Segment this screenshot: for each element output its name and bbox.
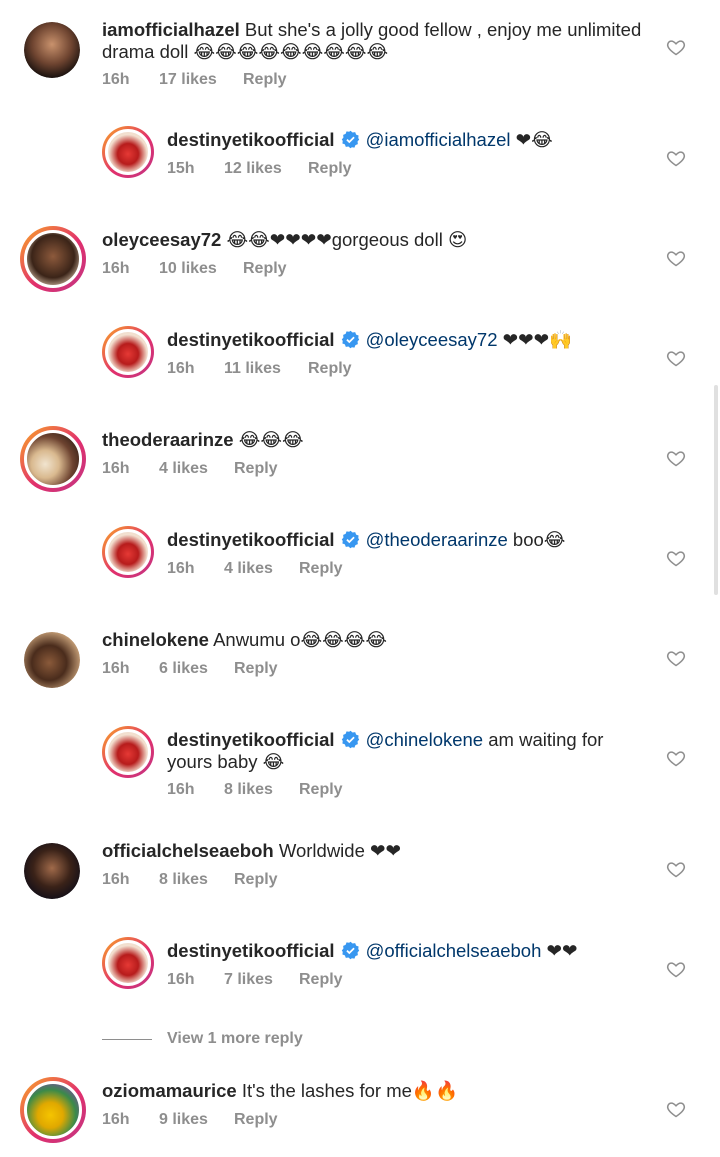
comment-username[interactable]: oleyceesay72 — [102, 229, 221, 250]
heart-outline-icon[interactable] — [666, 548, 686, 568]
comment-username[interactable]: destinyetikoofficial — [167, 529, 335, 550]
reply-button[interactable]: Reply — [234, 871, 278, 889]
comment-time: 16h — [102, 71, 130, 88]
comment-text: destinyetikoofficial @chinelokene am wait… — [167, 729, 647, 773]
comment-mention[interactable]: @iamofficialhazel — [366, 129, 511, 150]
heart-outline-icon[interactable] — [666, 348, 686, 368]
scrollbar[interactable] — [714, 385, 718, 595]
comment-text: destinyetikoofficial @iamofficialhazel ❤😂 — [167, 129, 647, 151]
avatar[interactable] — [20, 426, 86, 492]
comment-time: 16h — [167, 560, 195, 577]
avatar[interactable] — [20, 1077, 86, 1143]
comment-username[interactable]: theoderaarinze — [102, 429, 234, 450]
reply-button[interactable]: Reply — [234, 660, 278, 678]
comment-mention[interactable]: @oleyceesay72 — [366, 329, 498, 350]
comment-text: iamofficialhazel But she's a jolly good … — [102, 19, 642, 63]
comment-mention[interactable]: @theoderaarinze — [366, 529, 508, 550]
comment-likes[interactable]: 8 likes — [224, 781, 273, 799]
reply-button[interactable]: Reply — [308, 160, 352, 178]
comment-likes[interactable]: 4 likes — [159, 460, 208, 478]
avatar[interactable] — [24, 22, 80, 78]
heart-outline-icon[interactable] — [666, 1099, 686, 1119]
comment-body: Anwumu o😂😂😂😂 — [213, 629, 387, 650]
comment-body: ❤❤❤🙌 — [497, 329, 573, 350]
avatar[interactable] — [102, 937, 154, 989]
heart-outline-icon[interactable] — [666, 748, 686, 768]
verified-badge-icon — [341, 530, 359, 549]
comment-text: officialchelseaeboh Worldwide ❤❤ — [102, 840, 642, 862]
comment-time: 16h — [167, 781, 195, 798]
verified-badge-icon — [341, 730, 359, 749]
comment-likes[interactable]: 11 likes — [224, 360, 281, 378]
comment-text: destinyetikoofficial @officialchelseaeboh… — [167, 940, 647, 962]
comment-text: oleyceesay72 😂😂❤❤❤❤gorgeous doll 😍 — [102, 229, 642, 251]
comment-time: 16h — [167, 971, 195, 988]
comment-body: ❤😂 — [510, 129, 553, 150]
avatar[interactable] — [24, 632, 80, 688]
comment-body: 😂😂❤❤❤❤gorgeous doll 😍 — [226, 229, 468, 250]
heart-outline-icon[interactable] — [666, 248, 686, 268]
comment-username[interactable]: destinyetikoofficial — [167, 729, 335, 750]
reply-button[interactable]: Reply — [299, 781, 343, 799]
avatar[interactable] — [102, 126, 154, 178]
comment-time: 16h — [167, 360, 195, 377]
comment-likes[interactable]: 12 likes — [224, 160, 282, 178]
comment-time: 16h — [102, 871, 130, 888]
reply-button[interactable]: Reply — [234, 1111, 278, 1129]
heart-outline-icon[interactable] — [666, 448, 686, 468]
comment-username[interactable]: chinelokene — [102, 629, 209, 650]
comment-body: 😂😂😂 — [238, 429, 304, 450]
comment-username[interactable]: destinyetikoofficial — [167, 940, 335, 961]
comment-likes[interactable]: 10 likes — [159, 260, 217, 278]
avatar[interactable] — [102, 726, 154, 778]
comment-time: 16h — [102, 660, 130, 677]
reply-button[interactable]: Reply — [243, 260, 287, 278]
reply-button[interactable]: Reply — [308, 360, 352, 378]
heart-outline-icon[interactable] — [666, 148, 686, 168]
comment-text: theoderaarinze 😂😂😂 — [102, 429, 642, 451]
heart-outline-icon[interactable] — [666, 959, 686, 979]
comment-likes[interactable]: 17 likes — [159, 71, 217, 89]
comment-text: chinelokene Anwumu o😂😂😂😂 — [102, 629, 642, 651]
reply-button[interactable]: Reply — [234, 460, 278, 478]
reply-button[interactable]: Reply — [299, 560, 343, 578]
comment-username[interactable]: oziomamaurice — [102, 1080, 237, 1101]
comment-mention[interactable]: @officialchelseaeboh — [366, 940, 542, 961]
heart-outline-icon[interactable] — [666, 37, 686, 57]
comment-likes[interactable]: 6 likes — [159, 660, 208, 678]
view-more-replies-label: View 1 more reply — [167, 1030, 303, 1047]
comment-body: ❤❤ — [541, 940, 578, 961]
comment-username[interactable]: officialchelseaeboh — [102, 840, 274, 861]
divider — [102, 1039, 152, 1040]
comment-username[interactable]: iamofficialhazel — [102, 19, 240, 40]
reply-button[interactable]: Reply — [299, 971, 343, 989]
verified-badge-icon — [341, 130, 359, 149]
comment-mention[interactable]: @chinelokene — [366, 729, 484, 750]
comment-likes[interactable]: 8 likes — [159, 871, 208, 889]
avatar[interactable] — [102, 326, 154, 378]
comment-time: 16h — [102, 460, 130, 477]
comment-text: destinyetikoofficial @theoderaarinze boo😂 — [167, 529, 647, 551]
verified-badge-icon — [341, 330, 359, 349]
comment-body: boo😂 — [507, 529, 566, 550]
comment-body: Worldwide ❤❤ — [278, 840, 402, 861]
comment-body: It's the lashes for me🔥🔥 — [241, 1080, 459, 1101]
comment-likes[interactable]: 4 likes — [224, 560, 273, 578]
verified-badge-icon — [341, 941, 359, 960]
comment-likes[interactable]: 9 likes — [159, 1111, 208, 1129]
heart-outline-icon[interactable] — [666, 859, 686, 879]
avatar[interactable] — [20, 226, 86, 292]
comment-time: 15h — [167, 160, 195, 177]
avatar[interactable] — [102, 526, 154, 578]
comment-time: 16h — [102, 1111, 130, 1128]
comment-text: destinyetikoofficial @oleyceesay72 ❤❤❤🙌 — [167, 329, 647, 351]
comment-likes[interactable]: 7 likes — [224, 971, 273, 989]
reply-button[interactable]: Reply — [243, 71, 287, 89]
comment-time: 16h — [102, 260, 130, 277]
comment-text: oziomamaurice It's the lashes for me🔥🔥 — [102, 1080, 642, 1102]
heart-outline-icon[interactable] — [666, 648, 686, 668]
comment-username[interactable]: destinyetikoofficial — [167, 329, 335, 350]
comment-username[interactable]: destinyetikoofficial — [167, 129, 335, 150]
avatar[interactable] — [24, 843, 80, 899]
